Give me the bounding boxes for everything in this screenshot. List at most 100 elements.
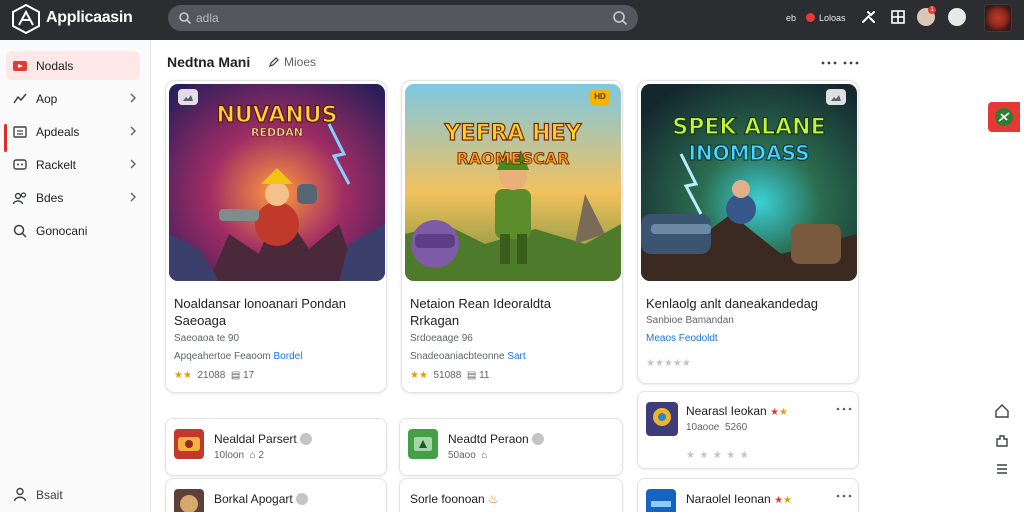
profile-avatar[interactable] bbox=[984, 4, 1012, 32]
game-art-subtitle: REDDAN bbox=[251, 126, 303, 139]
list-item-meta: 10loon ⌂ 2 bbox=[214, 450, 264, 461]
more-options-icon[interactable] bbox=[821, 60, 837, 66]
app-icon bbox=[408, 429, 438, 459]
sidebar-item-bdes[interactable]: Bdes bbox=[6, 183, 140, 212]
settings-gear-icon[interactable] bbox=[948, 8, 966, 26]
account-icon bbox=[13, 487, 27, 502]
star-icon: ★ bbox=[783, 495, 793, 506]
section-title: Nedtna Mani bbox=[167, 54, 251, 70]
verified-icon bbox=[296, 493, 309, 505]
grid-icon[interactable] bbox=[889, 8, 907, 26]
sidebar-item-gonocani[interactable]: Gonocani bbox=[6, 216, 140, 245]
app-icon bbox=[174, 489, 204, 512]
card-link-row[interactable]: Snadeoaniacbteonne Sart bbox=[410, 351, 526, 362]
card-link-prefix: Snadeoaniacbteonne bbox=[410, 351, 505, 362]
list-item-rating: ★ ★ ★ ★ ★ bbox=[686, 445, 749, 463]
app-icon bbox=[174, 429, 204, 459]
sidebar-item-nodals[interactable]: Nodals bbox=[6, 51, 140, 80]
sidebar-item-apdeals[interactable]: Apdeals bbox=[6, 117, 140, 146]
more-options-icon[interactable] bbox=[836, 406, 852, 412]
home-icon[interactable] bbox=[994, 403, 1010, 419]
section-link-label: Mioes bbox=[284, 55, 317, 69]
game-card[interactable]: SPEK ALANE INOMDASS Kenlaolg anlt daneak… bbox=[637, 80, 859, 384]
game-card[interactable]: YEFRA HEY RAOMESCAR HD Netaion Rean Ideo… bbox=[401, 80, 623, 393]
game-card[interactable]: NUVANUS REDDAN Noaldansar lonoanari Pond… bbox=[165, 80, 387, 393]
chevron-right-icon bbox=[130, 93, 136, 103]
brand-name[interactable]: Applicaasin bbox=[46, 9, 133, 27]
sidebar-bottom-item[interactable]: Bsait bbox=[12, 486, 132, 506]
search-input[interactable] bbox=[196, 8, 596, 28]
game-art-title: YEFRA HEY bbox=[444, 121, 583, 146]
star-icon: ★ bbox=[174, 370, 183, 381]
card-link-row[interactable]: Apqeahertoe Feaoom Bordel bbox=[174, 351, 302, 362]
topbar-label-b[interactable]: Loloas bbox=[819, 13, 846, 23]
list-item-meta: 50aoo ⌂ bbox=[448, 450, 488, 461]
card-link[interactable]: Bordel bbox=[274, 351, 303, 362]
search-icon bbox=[179, 12, 192, 25]
chevron-right-icon bbox=[130, 159, 136, 169]
menu-icon[interactable] bbox=[994, 461, 1010, 477]
sidebar: Nodals Aop Apdeals Rackelt Bdes Gonocani… bbox=[0, 40, 151, 512]
game-thumbnail[interactable]: SPEK ALANE INOMDASS bbox=[641, 84, 857, 281]
trend-icon bbox=[13, 93, 27, 104]
app-icon bbox=[646, 489, 676, 512]
comment-icon: ▤ bbox=[466, 370, 477, 381]
image-badge-icon[interactable] bbox=[826, 89, 846, 105]
list-icon bbox=[13, 126, 27, 138]
card-link[interactable]: Meaos Feodoldt bbox=[646, 333, 718, 344]
puzzle-icon[interactable] bbox=[994, 433, 1010, 449]
chevron-right-icon bbox=[130, 126, 136, 136]
sidebar-item-label: Bdes bbox=[36, 191, 64, 205]
section-link[interactable]: Mioes bbox=[268, 55, 316, 69]
card-title-line1: Kenlaolg anlt daneakandedag bbox=[646, 296, 819, 311]
sidebar-item-label: Aop bbox=[36, 92, 58, 106]
list-item[interactable]: Naraolel Ieonan ★★ bbox=[637, 478, 859, 512]
card-rating-row: ★★ 51088 ▤ 11 bbox=[410, 370, 490, 381]
star-icon: ★ bbox=[779, 407, 788, 418]
game-thumbnail[interactable]: YEFRA HEY RAOMESCAR bbox=[405, 84, 621, 281]
fire-icon: ♨ bbox=[488, 492, 499, 506]
list-item-title: Neadtd Peraon bbox=[448, 432, 545, 446]
star-icon: ★ bbox=[774, 495, 784, 506]
star-icon: ★ bbox=[418, 370, 428, 381]
card-title[interactable]: Kenlaolg anlt daneakandedag bbox=[646, 295, 856, 312]
search-bar[interactable] bbox=[168, 5, 638, 31]
game-art-title: NUVANUS bbox=[217, 103, 338, 128]
sidebar-item-aop[interactable]: Aop bbox=[6, 84, 140, 113]
card-title[interactable]: Noaldansar lonoanari Pondan Saeoaga bbox=[174, 295, 384, 329]
more-options-icon[interactable] bbox=[836, 493, 852, 499]
list-item[interactable]: Neadtd Peraon 50aoo ⌂ bbox=[399, 418, 623, 476]
list-item[interactable]: Sorle foonoan ♨ bbox=[399, 478, 623, 512]
card-rating-row: ★★ 21088 ▤ 17 bbox=[174, 370, 254, 381]
image-badge-icon[interactable] bbox=[178, 89, 198, 105]
list-item[interactable]: Nearasl Ieokan ★★ 10aooe 5260 ★ ★ ★ ★ ★ bbox=[637, 391, 859, 469]
card-link[interactable]: Sart bbox=[507, 351, 525, 362]
app-logo-icon[interactable] bbox=[10, 3, 42, 35]
chevron-right-icon bbox=[130, 192, 136, 202]
sidebar-item-label: Rackelt bbox=[36, 158, 77, 172]
side-feedback-button[interactable] bbox=[988, 102, 1020, 132]
star-icon: ★ bbox=[699, 450, 709, 461]
game-art-subtitle: RAOMESCAR bbox=[456, 149, 569, 168]
list-item[interactable]: Borkal Apogart bbox=[165, 478, 387, 512]
star-icon: ★ bbox=[712, 450, 722, 461]
hd-badge[interactable]: HD bbox=[590, 89, 610, 105]
game-thumbnail[interactable]: NUVANUS REDDAN bbox=[169, 84, 385, 281]
topbar-label-a[interactable]: eb bbox=[786, 13, 796, 23]
card-link-prefix: Apqeahertoe Feaoom bbox=[174, 351, 271, 362]
sidebar-item-label: Apdeals bbox=[36, 125, 80, 139]
star-icon: ★ bbox=[686, 450, 695, 461]
card-rating-row: ★★★★★ bbox=[646, 358, 691, 369]
card-stats2: 17 bbox=[243, 370, 255, 381]
live-dot-icon bbox=[806, 13, 815, 22]
card-link-row[interactable]: Meaos Feodoldt bbox=[646, 333, 718, 344]
card-title[interactable]: Netaion Rean Ideoraldta Rrkagan bbox=[410, 295, 620, 329]
search-submit-icon[interactable] bbox=[612, 10, 628, 26]
card-meta: Saeoaoa te 90 bbox=[174, 333, 240, 344]
tools-icon[interactable] bbox=[860, 8, 878, 26]
list-item[interactable]: Nealdal Parsert 10loon ⌂ 2 bbox=[165, 418, 387, 476]
star-icon: ★ bbox=[663, 358, 673, 369]
sidebar-item-rackelt[interactable]: Rackelt bbox=[6, 150, 140, 179]
more-options-icon[interactable] bbox=[843, 60, 859, 66]
list-item-title: Naraolel Ieonan ★★ bbox=[686, 492, 793, 506]
